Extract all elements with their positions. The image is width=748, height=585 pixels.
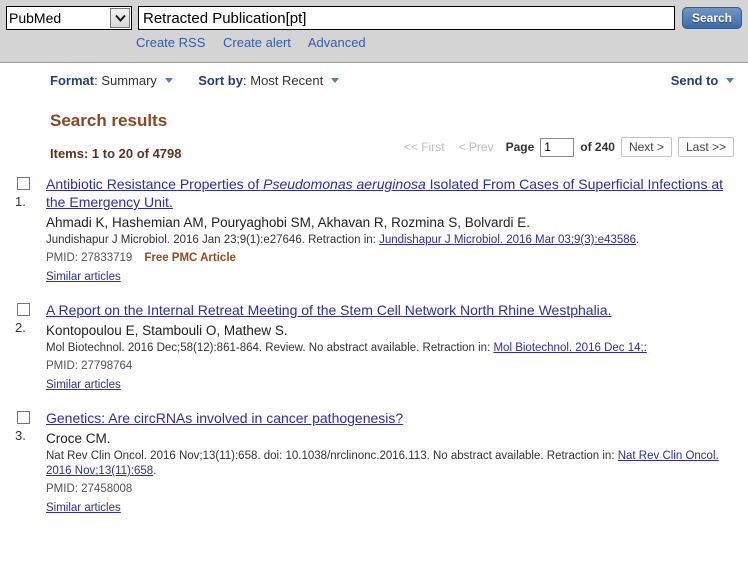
result-number: 3. [15, 428, 26, 443]
result-gutter: 3. [14, 409, 46, 443]
similar-articles-link[interactable]: Similar articles [46, 271, 121, 283]
search-row: PubMed Search [0, 4, 748, 30]
total-pages-label: of 240 [580, 140, 615, 154]
result-title-link[interactable]: Genetics: Are circRNAs involved in cance… [46, 409, 734, 427]
chevron-down-icon [330, 78, 339, 83]
result-checkbox[interactable] [17, 411, 30, 424]
citation-text: Nat Rev Clin Oncol. 2016 Nov;13(11):658.… [46, 450, 618, 462]
format-label: Format [50, 73, 95, 88]
citation-text: Mol Biotechnol. 2016 Dec;58(12):861-864.… [46, 342, 494, 354]
result-citation: Mol Biotechnol. 2016 Dec;58(12):861-864.… [46, 341, 734, 356]
sort-separator: : [242, 73, 247, 88]
result-checkbox[interactable] [17, 177, 30, 190]
result-pmid-row: PMID: 27798764 [46, 358, 734, 374]
send-to-dropdown[interactable]: Send to [671, 73, 734, 88]
items-count: Items: 1 to 20 of 4798 [50, 146, 182, 161]
send-to-label: Send to [670, 73, 719, 88]
first-page-button: << First [403, 140, 445, 154]
result-number: 2. [15, 320, 26, 335]
result-body: Genetics: Are circRNAs involved in cance… [46, 409, 734, 516]
search-input[interactable] [138, 6, 675, 30]
result-citation: Nat Rev Clin Oncol. 2016 Nov;13(11):658.… [46, 449, 734, 479]
sort-label: Sort by [198, 73, 243, 88]
result-pmid: PMID: 27458008 [46, 483, 133, 495]
result-authors: Ahmadi K, Hashemian AM, Pouryaghobi SM, … [46, 215, 530, 230]
result-title-text: A Report on the Internal Retreat Meeting… [46, 302, 612, 318]
sort-value: Most Recent [250, 73, 324, 88]
database-select-wrapper: PubMed [6, 6, 132, 30]
similar-articles-link[interactable]: Similar articles [46, 379, 121, 391]
display-toolbar: Format: Summary Sort by: Most Recent Sen… [0, 63, 748, 97]
create-alert-link[interactable]: Create alert [223, 35, 291, 50]
result-pmid-row: PMID: 27458008 [46, 481, 734, 497]
result-citation: Jundishapur J Microbiol. 2016 Jan 23;9(1… [46, 233, 734, 248]
result-pmid-row: PMID: 27833719 Free PMC Article [46, 250, 734, 266]
citation-text: Jundishapur J Microbiol. 2016 Jan 23;9(1… [46, 234, 380, 246]
chevron-down-icon [726, 78, 734, 83]
create-rss-link[interactable]: Create RSS [136, 35, 205, 50]
result-body: Antibiotic Resistance Properties of Pseu… [46, 175, 734, 285]
next-page-button[interactable]: Next > [620, 137, 672, 157]
database-select[interactable]: PubMed [6, 6, 132, 30]
free-pmc-article-badge: Free PMC Article [144, 252, 236, 264]
result-title-link[interactable]: A Report on the Internal Retreat Meeting… [46, 301, 734, 319]
result-item: 3. Genetics: Are circRNAs involved in ca… [14, 409, 734, 516]
result-number: 1. [15, 194, 26, 209]
citation-tail: . [153, 465, 157, 477]
result-gutter: 1. [14, 175, 46, 209]
citation-tail: . [636, 234, 640, 246]
result-title-italic: Pseudomonas aeruginosa [263, 176, 426, 192]
result-checkbox[interactable] [17, 303, 30, 316]
retraction-link[interactable]: Jundishapur J Microbiol. 2016 Mar 03;9(3… [379, 234, 636, 246]
sort-dropdown[interactable]: Sort by: Most Recent [198, 73, 339, 88]
result-authors: Kontopoulou E, Stambouli O, Mathew S. [46, 323, 288, 338]
result-body: A Report on the Internal Retreat Meeting… [46, 301, 734, 393]
advanced-search-link[interactable]: Advanced [308, 35, 366, 50]
similar-articles-link[interactable]: Similar articles [46, 502, 121, 514]
page-label: Page [505, 140, 535, 154]
results-list: 1. Antibiotic Resistance Properties of P… [0, 163, 748, 516]
result-title-text: Genetics: Are circRNAs involved in cance… [46, 410, 404, 426]
last-page-button[interactable]: Last >> [677, 137, 734, 157]
retraction-link[interactable]: Mol Biotechnol. 2016 Dec 14;: [493, 342, 646, 354]
format-separator: : [94, 73, 98, 88]
result-pmid: PMID: 27798764 [46, 360, 133, 372]
prev-page-button: < Prev [458, 140, 494, 154]
format-value: Summary [101, 73, 157, 88]
result-title-link[interactable]: Antibiotic Resistance Properties of Pseu… [46, 175, 734, 211]
result-authors: Croce CM. [46, 431, 111, 446]
search-header-band: PubMed Search Create RSS Create alert Ad… [0, 0, 748, 63]
result-item: 1. Antibiotic Resistance Properties of P… [14, 175, 734, 285]
result-gutter: 2. [14, 301, 46, 335]
result-pmid: PMID: 27833719 [46, 252, 133, 264]
page-title: Search results [50, 111, 168, 130]
format-dropdown[interactable]: Format: Summary [50, 73, 173, 88]
pagination: << First < Prev Page of 240 Next > Last … [400, 137, 734, 157]
page-number-input[interactable] [540, 137, 575, 157]
search-sublinks: Create RSS Create alert Advanced [0, 30, 748, 50]
search-button[interactable]: Search [681, 7, 742, 29]
result-title-text: Antibiotic Resistance Properties of [46, 176, 264, 192]
chevron-down-icon [164, 78, 173, 83]
result-item: 2. A Report on the Internal Retreat Meet… [14, 301, 734, 393]
results-header: Search results Items: 1 to 20 of 4798 <<… [0, 97, 748, 163]
